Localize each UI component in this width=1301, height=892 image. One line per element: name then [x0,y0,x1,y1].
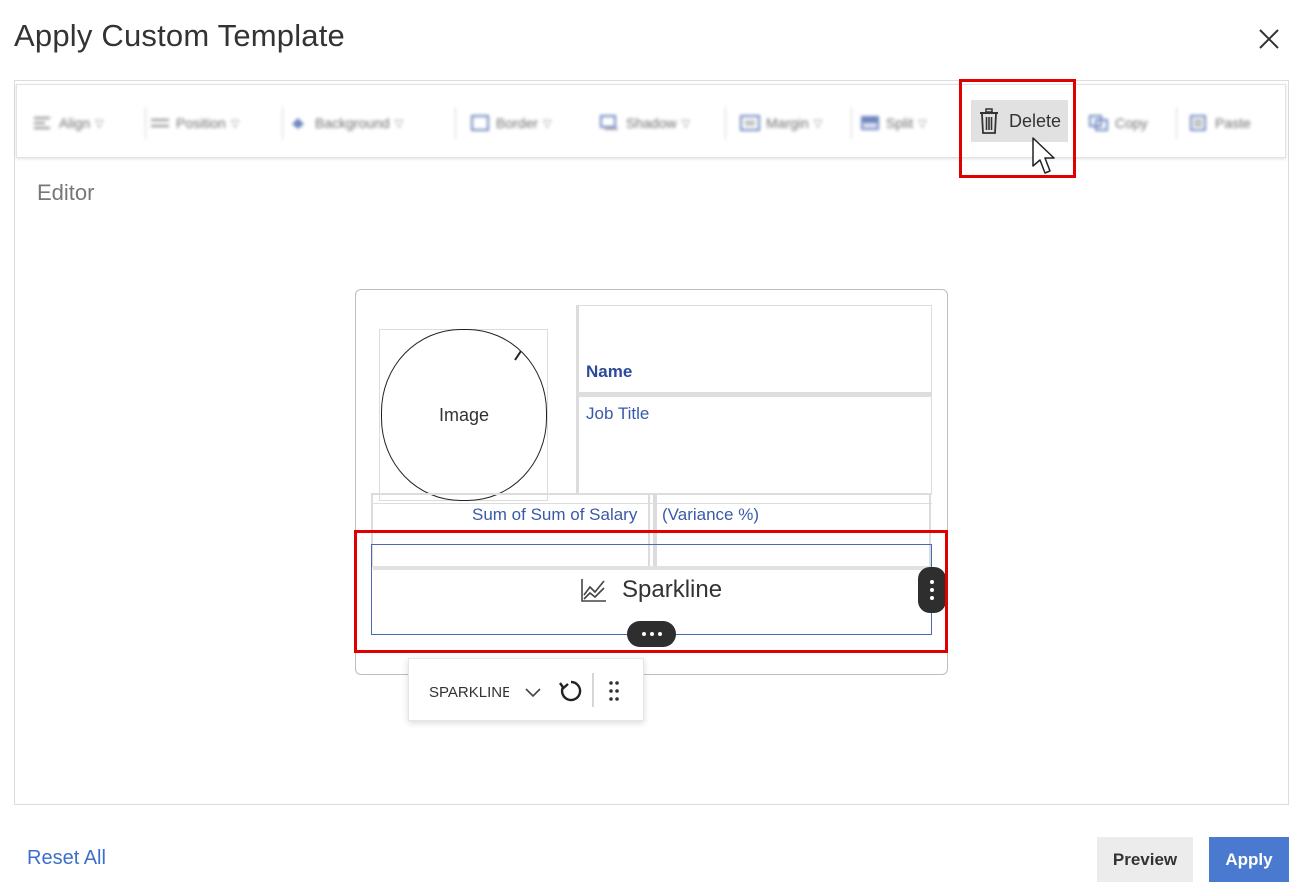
chevron-down-icon [525,688,541,698]
sparkline-toolbar-separator [592,673,594,707]
job-title-field[interactable]: Job Title [586,404,649,424]
delete-button[interactable]: Delete [971,100,1068,142]
margin-icon [740,115,760,131]
toolbar-paste-button[interactable]: Paste [1189,109,1251,137]
metric-row-inner-border [371,503,932,504]
toolbar-paste-label: Paste [1215,115,1251,131]
toolbar-split-label: Split [886,115,914,131]
toolbar-copy-button[interactable]: Copy [1089,109,1148,137]
split-icon [861,116,879,130]
position-icon [151,119,169,127]
trash-icon [980,108,998,134]
align-icon [34,117,50,129]
name-field[interactable]: Name [586,362,632,382]
toolbar-position-button[interactable]: Position ▽ [150,109,239,137]
background-icon [292,118,304,129]
toolbar-margin-button[interactable]: Margin ▽ [740,109,822,137]
horizontal-more-handle[interactable] [627,621,676,647]
image-label: Image [438,404,490,425]
toolbar-position-label: Position [176,115,226,131]
toolbar-split-button[interactable]: Split ▽ [860,109,927,137]
sparkline-placeholder: Sparkline [580,574,722,606]
resize-handle-icon[interactable] [512,349,524,361]
toolbar-background-button[interactable]: Background ▽ [289,109,403,137]
reset-all-link[interactable]: Reset All [27,847,106,870]
sparkline-inner-border [373,566,930,570]
toolbar-margin-label: Margin [766,115,809,131]
toolbar-border-label: Border [496,115,539,131]
toolbar-border-button[interactable]: Border ▽ [470,109,552,137]
toolbar-shadow-label: Shadow [626,115,677,131]
editor-label: Editor [37,180,95,205]
name-divider [578,392,931,397]
preview-button[interactable]: Preview [1097,837,1193,882]
formatting-toolbar: Align ▽ Position ▽ Background ▽ Border ▽ Sha… [16,84,1286,158]
apply-button[interactable]: Apply [1209,837,1289,882]
sparkline-label: Sparkline [622,576,723,603]
line-chart-icon [581,579,606,602]
toolbar-shadow-button[interactable]: Shadow ▽ [600,109,690,137]
toolbar-background-label: Background [315,115,390,131]
name-cell[interactable] [576,305,932,495]
variance-field[interactable]: (Variance %) [662,505,759,525]
paste-icon [1190,115,1206,131]
toolbar-copy-label: Copy [1115,115,1148,131]
refresh-icon[interactable] [557,677,585,705]
sparkline-floating-toolbar: SPARKLINE [408,658,644,721]
drag-handle-icon[interactable] [607,679,621,703]
border-icon [471,115,489,131]
close-button[interactable] [1252,22,1286,56]
close-icon [1259,29,1279,49]
sparkline-type-select[interactable]: SPARKLINE [429,679,547,705]
vertical-more-handle[interactable] [918,567,946,613]
metric-row-top-border [371,493,932,495]
sparkline-type-value: SPARKLINE [429,683,509,701]
toolbar-align-label: Align [59,115,91,131]
delete-label: Delete [1009,110,1062,131]
copy-icon [1089,115,1108,131]
sum-of-salary-field[interactable]: Sum of Sum of Salary [472,505,637,525]
toolbar-align-button[interactable]: Align ▽ [33,109,104,137]
shadow-icon [600,115,618,130]
dialog-title: Apply Custom Template [14,18,346,53]
